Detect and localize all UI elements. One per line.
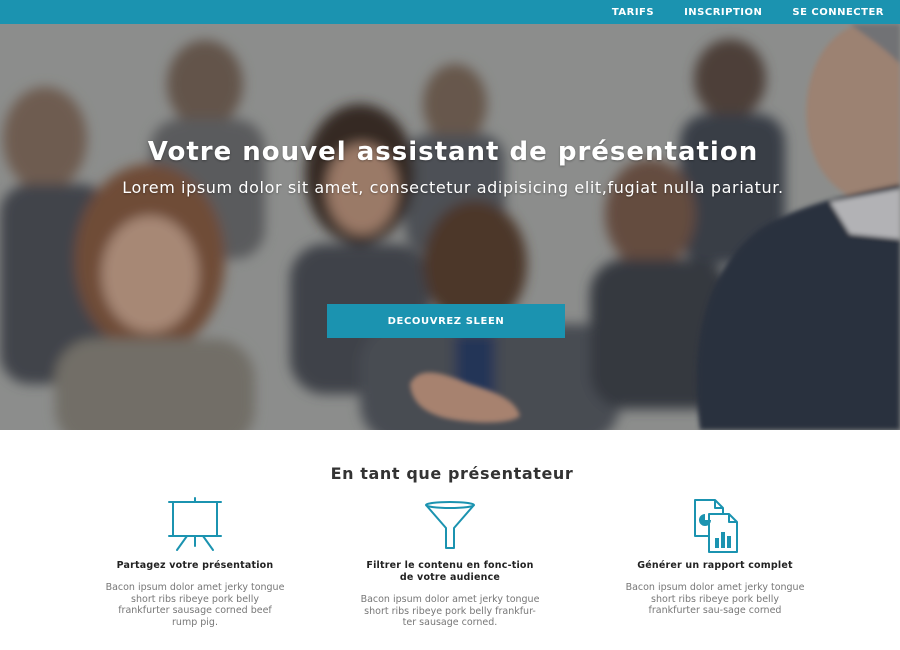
feature-title: Partagez votre présentation [116,560,274,571]
feature-title: Générer un rapport complet [637,560,793,571]
nav-link-inscription[interactable]: INSCRIPTION [684,7,762,18]
section-title: En tant que présentateur [330,464,574,483]
feature-filter-content: Filtrer le contenu en fonc-tion de votre… [360,496,540,629]
funnel-icon [425,501,475,549]
feature-title: Filtrer le contenu en fonc-tion de votre… [366,560,534,583]
report-documents-icon [694,499,738,553]
nav-link-se-connecter[interactable]: SE CONNECTER [792,7,884,18]
feature-text: Bacon ipsum dolor amet jerky tongue shor… [625,582,805,616]
nav-link-tarifs[interactable]: TARIFS [612,7,654,18]
presentation-board-icon [168,497,222,551]
feature-generate-report: Générer un rapport complet Bacon ipsum d… [625,496,805,617]
feature-text: Bacon ipsum dolor amet jerky tongue shor… [360,594,540,628]
feature-text: Bacon ipsum dolor amet jerky tongue shor… [105,582,285,628]
feature-share-presentation: Partagez votre présentation Bacon ipsum … [105,496,285,628]
discover-sleen-button[interactable]: DECOUVREZ SLEEN [327,304,565,338]
hero-overlay [0,24,900,430]
hero-title: Votre nouvel assistant de présentation [147,137,759,167]
hero-subtitle: Lorem ipsum dolor sit amet, consectetur … [122,178,784,197]
top-nav: TARIFS INSCRIPTION SE CONNECTER [0,0,900,24]
hero-section: Votre nouvel assistant de présentation L… [0,24,900,430]
